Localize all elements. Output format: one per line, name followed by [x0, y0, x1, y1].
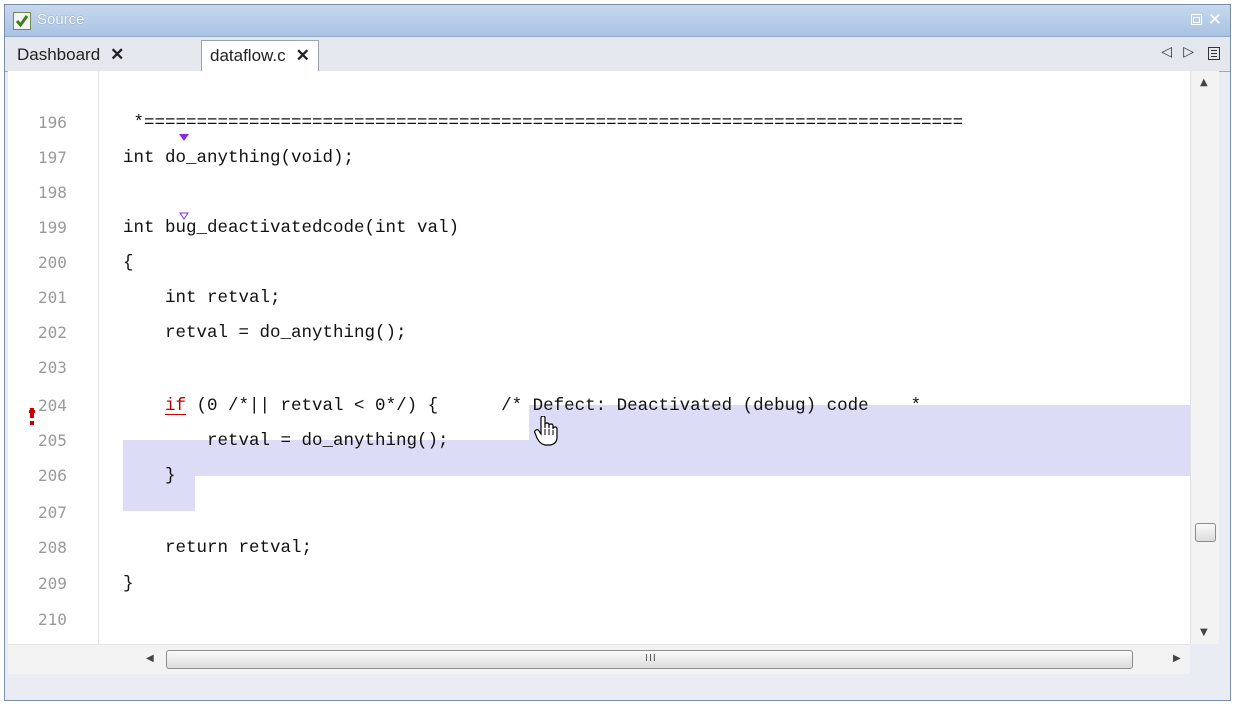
- scroll-thumb-horizontal[interactable]: III: [166, 650, 1133, 669]
- tab-dataflow-c[interactable]: dataflow.c ✕: [201, 40, 319, 72]
- line-number: 203: [38, 358, 67, 377]
- line-number: 197: [38, 148, 67, 167]
- tab-list-icon[interactable]: [1208, 47, 1220, 60]
- line-number: 202: [38, 323, 67, 342]
- tab-bar: Dashboard ✕ dataflow.c ✕ ◁ ▷: [5, 37, 1230, 72]
- app-check-icon: [13, 12, 31, 30]
- line-number: 198: [38, 183, 67, 202]
- line-number: 209: [38, 574, 67, 593]
- restore-icon[interactable]: [1191, 14, 1202, 25]
- code-editor[interactable]: 196 197 198 199 200 201 202 203 204 205 …: [8, 71, 1219, 644]
- scroll-thumb[interactable]: [1195, 523, 1216, 542]
- hollow-triangle-marker-icon[interactable]: [179, 212, 189, 220]
- scroll-left-icon[interactable]: ◀: [146, 653, 154, 664]
- scroll-right-icon[interactable]: ▶: [1173, 653, 1181, 664]
- line-number: 206: [38, 466, 67, 485]
- code-line: *=======================================…: [123, 113, 964, 133]
- tab-close-icon[interactable]: ✕: [110, 45, 124, 64]
- code-line: int do_anything(void);: [123, 148, 355, 168]
- scroll-down-icon[interactable]: ▼: [1200, 627, 1208, 638]
- line-number: 201: [38, 288, 67, 307]
- tab-prev-icon[interactable]: ◁: [1161, 44, 1172, 60]
- code-line: int bug_deactivatedcode(int val): [123, 218, 460, 238]
- tab-label: Dashboard: [17, 45, 101, 64]
- code-line-defect: if (0 /*|| retval < 0*/) { /* Defect: De…: [165, 396, 922, 416]
- defect-marker-icon[interactable]: [27, 408, 37, 426]
- line-number: 210: [38, 610, 67, 629]
- line-number: 208: [38, 538, 67, 557]
- line-number: 196: [38, 113, 67, 132]
- code-line: }: [123, 466, 176, 486]
- title-bar[interactable]: Source ✕: [5, 5, 1230, 37]
- code-line: }: [123, 574, 134, 594]
- window-title: Source: [37, 11, 85, 28]
- tab-dashboard[interactable]: Dashboard ✕: [9, 40, 132, 71]
- line-number: 199: [38, 218, 67, 237]
- code-line: {: [123, 253, 134, 273]
- horizontal-scrollbar[interactable]: ◀ III ▶: [8, 644, 1190, 674]
- vertical-scrollbar[interactable]: ▲ ▼: [1190, 71, 1219, 644]
- line-number: 207: [38, 503, 67, 522]
- code-line: return retval;: [123, 538, 313, 558]
- close-icon[interactable]: ✕: [1208, 10, 1222, 30]
- line-number: 204: [38, 396, 67, 415]
- tab-close-icon[interactable]: ✕: [296, 46, 310, 65]
- scroll-up-icon[interactable]: ▲: [1200, 77, 1208, 88]
- tab-label: dataflow.c: [210, 46, 286, 65]
- if-keyword: if: [165, 396, 187, 416]
- scroll-grip: III: [645, 653, 657, 664]
- line-number: 205: [38, 431, 67, 450]
- code-line: retval = do_anything();: [123, 431, 449, 451]
- code-line: retval = do_anything();: [123, 323, 407, 343]
- line-number: 200: [38, 253, 67, 272]
- code-line: int retval;: [123, 288, 281, 308]
- filled-triangle-marker-icon[interactable]: [179, 134, 189, 142]
- hand-cursor-icon: [534, 416, 558, 446]
- tab-next-icon[interactable]: ▷: [1183, 44, 1194, 60]
